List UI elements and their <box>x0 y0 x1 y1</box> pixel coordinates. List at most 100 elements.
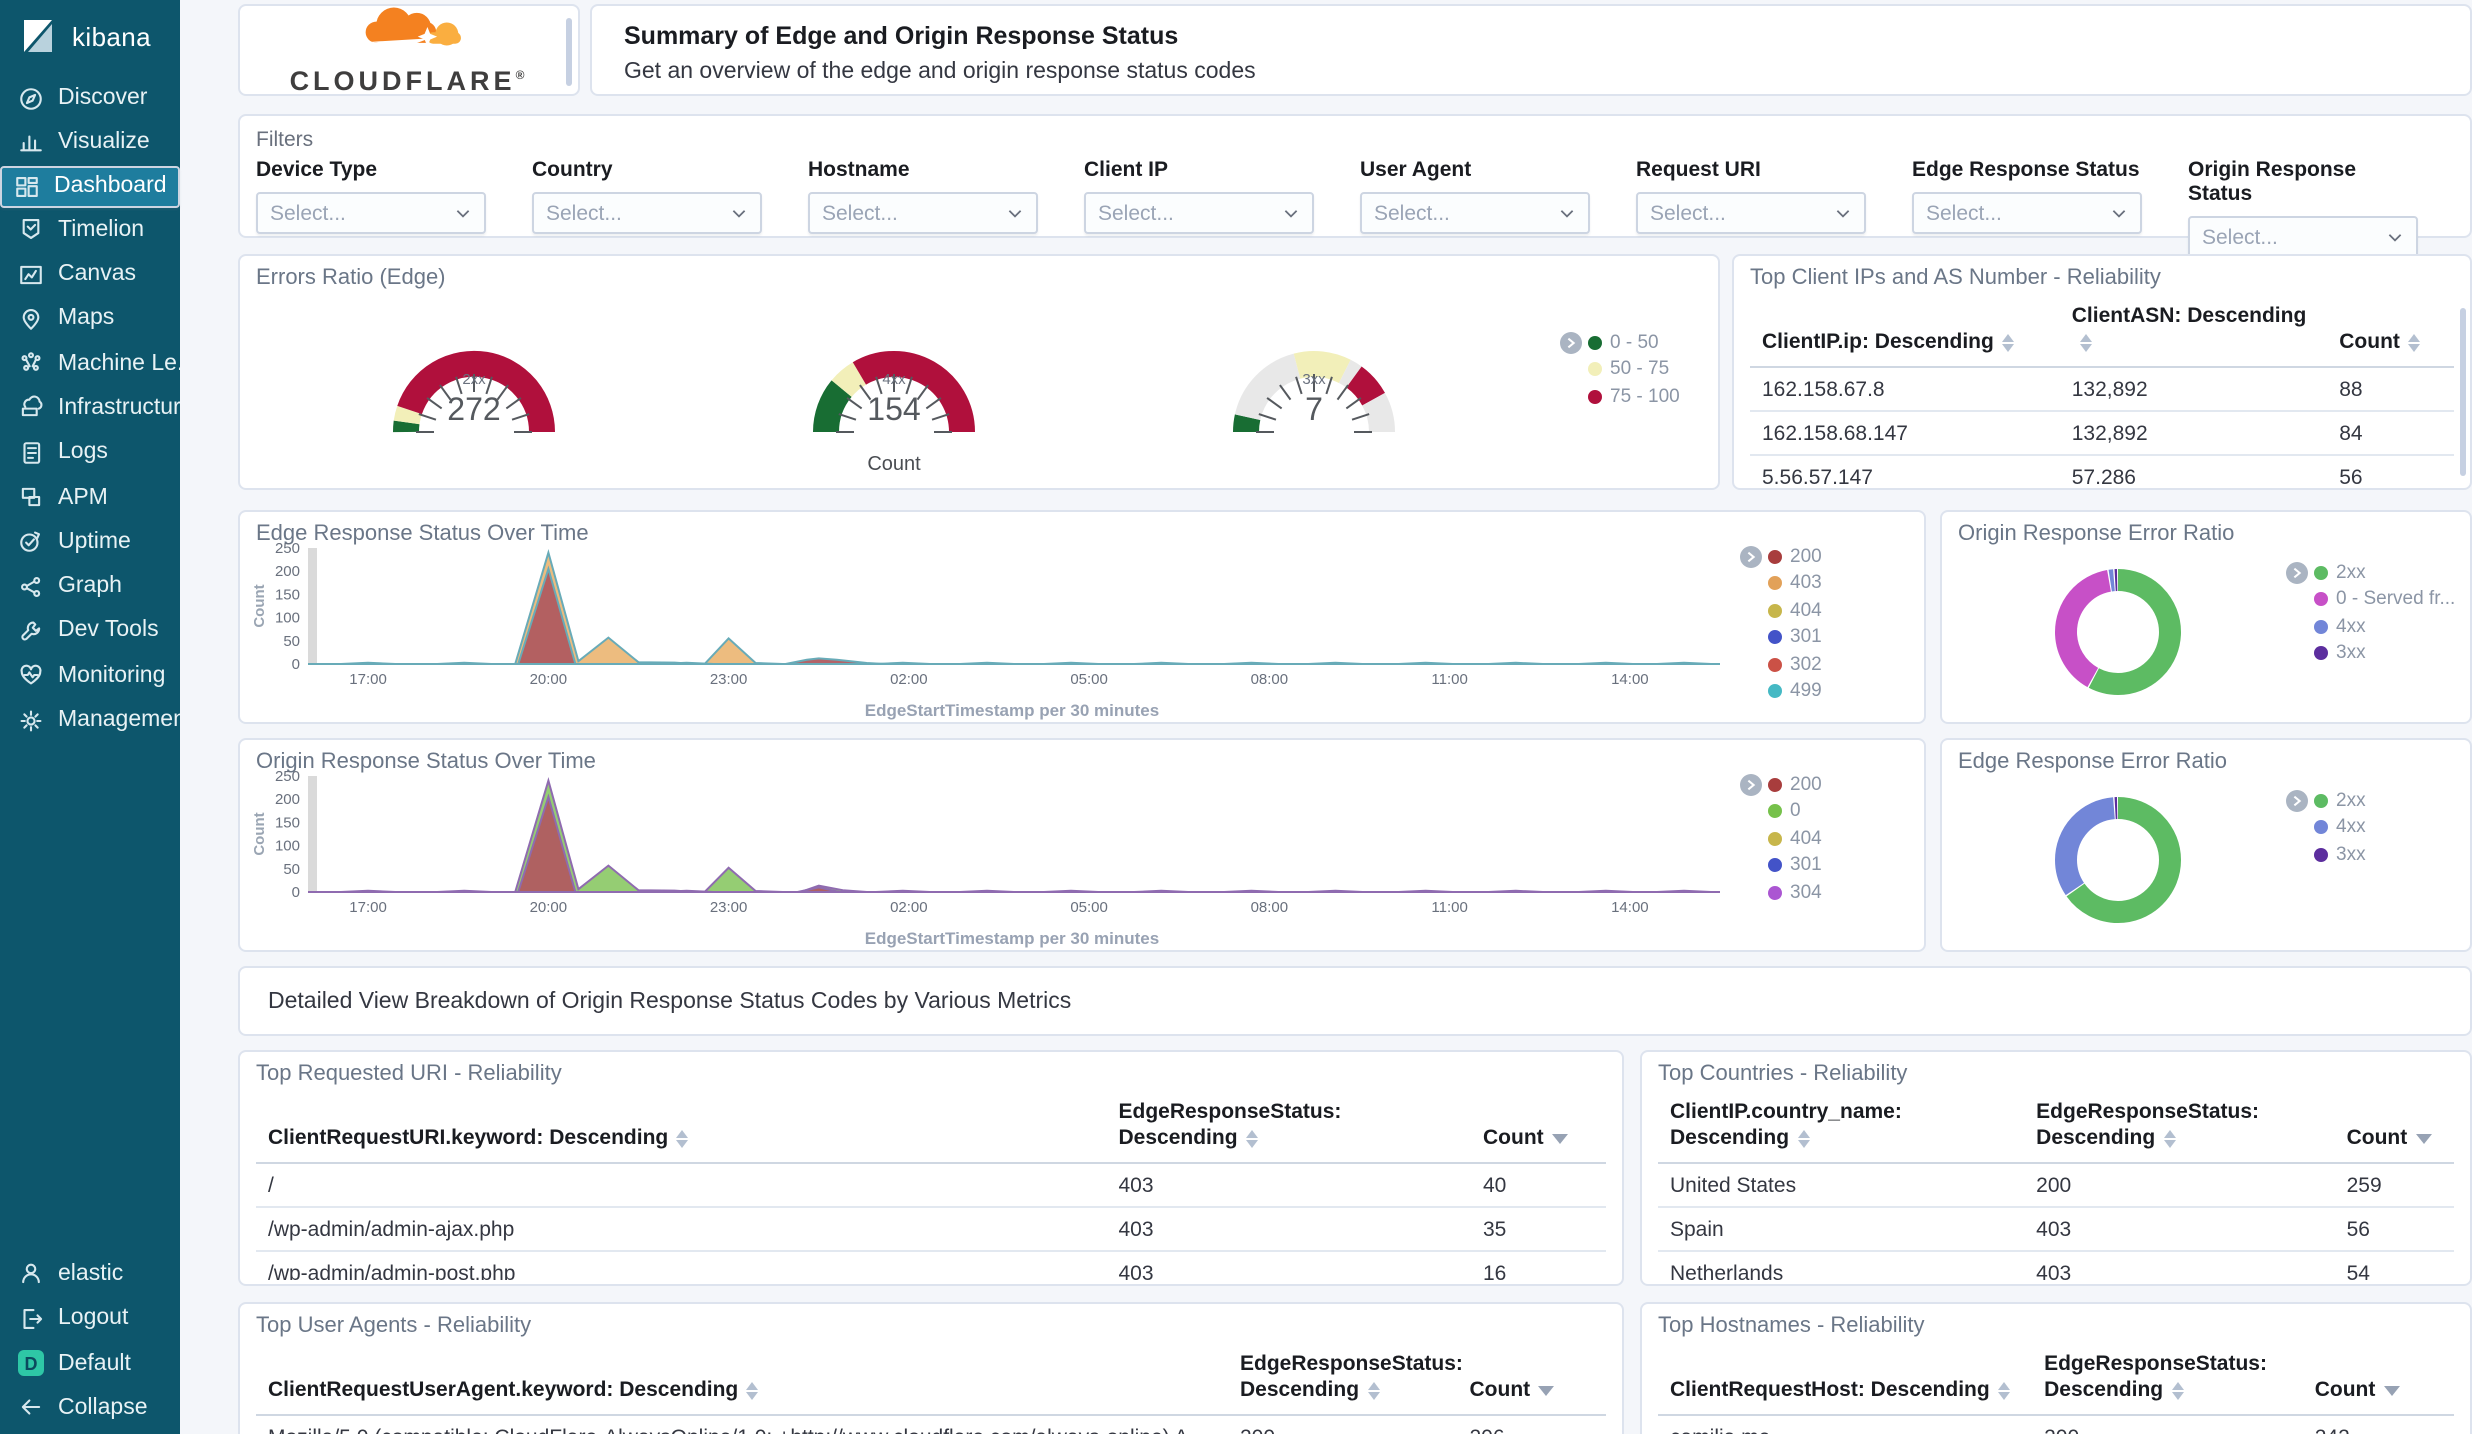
panel-scrollbar[interactable] <box>566 18 572 86</box>
edge-response-status-select[interactable]: Select... <box>1912 192 2142 234</box>
sidebar-item-dev-tools[interactable]: Dev Tools <box>0 609 180 654</box>
legend-color-dot <box>1768 684 1782 698</box>
sidebar-item-timelion[interactable]: Timelion <box>0 207 180 252</box>
legend-item-label[interactable]: 403 <box>1790 572 1822 594</box>
column-header-clientrequesturi-keyword[interactable]: ClientRequestURI.keyword: Descending <box>256 1092 1107 1165</box>
column-header-edgeresponsestatus[interactable]: EdgeResponseStatus: Descending <box>1106 1092 1471 1165</box>
expand-legend-icon[interactable] <box>2286 789 2308 811</box>
column-header-clientrequesthost[interactable]: ClientRequestHost: Descending <box>1658 1344 2033 1417</box>
sidebar-item-graph[interactable]: Graph <box>0 564 180 609</box>
panel-scrollbar[interactable] <box>2460 308 2466 476</box>
legend-item-label[interactable]: 2xx <box>2336 561 2366 583</box>
sidebar-item-discover[interactable]: Discover <box>0 76 180 121</box>
user-agent-select[interactable]: Select... <box>1360 192 1590 234</box>
kibana-logo[interactable]: kibana <box>0 0 180 72</box>
legend-item-label[interactable]: 304 <box>1790 881 1822 903</box>
sidebar-item-uptime[interactable]: Uptime <box>0 519 180 564</box>
legend-item: 404 <box>1740 826 1822 850</box>
column-header-clientasn[interactable]: ClientASN: Descending <box>2059 296 2328 369</box>
request-uri-select[interactable]: Select... <box>1636 192 1866 234</box>
column-header-clientip-country-name[interactable]: ClientIP.country_name: Descending <box>1658 1092 2025 1165</box>
origin-response-status-select[interactable]: Select... <box>2188 216 2418 258</box>
sidebar-item-visualize[interactable]: Visualize <box>0 121 180 166</box>
sidebar-item-default[interactable]: D Default <box>0 1341 180 1386</box>
legend-item-label[interactable]: 200 <box>1790 773 1822 795</box>
sidebar-item-apm[interactable]: APM <box>0 475 180 520</box>
x-axis-caption: EdgeStartTimestamp per 30 minutes <box>864 928 1160 948</box>
edge-error-ratio-donut <box>1942 756 2282 950</box>
panel-top-requested-uri: Top Requested URI - Reliability ClientRe… <box>238 1050 1624 1286</box>
legend-item-label[interactable]: 2xx <box>2336 789 2366 811</box>
legend-item-label[interactable]: 404 <box>1790 599 1822 621</box>
table-row: /wp-admin/admin-ajax.php 403 35 <box>256 1207 1606 1253</box>
legend-color-dot <box>1588 335 1602 349</box>
panel-title: Top User Agents - Reliability <box>256 1314 532 1338</box>
legend-item-label[interactable]: 302 <box>1790 653 1822 675</box>
sidebar-item-maps[interactable]: Maps <box>0 296 180 341</box>
device-type-select[interactable]: Select... <box>256 192 486 234</box>
column-header-label: ClientRequestURI.keyword: Descending <box>268 1126 669 1151</box>
summary-header-panel: Summary of Edge and Origin Response Stat… <box>590 4 2472 96</box>
column-header-count[interactable]: Count <box>1471 1092 1606 1165</box>
legend-item-label[interactable]: 3xx <box>2336 843 2366 865</box>
column-header-count[interactable]: Count <box>1457 1344 1606 1417</box>
column-header-clientrequestuseragent-keyword[interactable]: ClientRequestUserAgent.keyword: Descendi… <box>256 1344 1228 1417</box>
svg-text:7: 7 <box>1305 391 1323 427</box>
column-header-edgeresponsestatus[interactable]: EdgeResponseStatus: Descending <box>2032 1344 2303 1417</box>
column-header-edgeresponsestatus[interactable]: EdgeResponseStatus: Descending <box>2024 1092 2335 1165</box>
expand-legend-icon[interactable] <box>1740 773 1762 795</box>
table-cell: 206 <box>1457 1415 1606 1434</box>
client-ip-select[interactable]: Select... <box>1084 192 1314 234</box>
legend-item-label[interactable]: 200 <box>1790 545 1822 567</box>
gauge-axis-caption: Count <box>867 454 921 476</box>
legend-item-label[interactable]: 404 <box>1790 827 1822 849</box>
legend-item: 2xx <box>2286 560 2455 584</box>
sidebar-item-logs[interactable]: Logs <box>0 430 180 475</box>
sidebar-item-canvas[interactable]: Canvas <box>0 252 180 297</box>
table-row: United States 200 259 <box>1658 1163 2454 1209</box>
hostname-select[interactable]: Select... <box>808 192 1038 234</box>
legend-item-label[interactable]: 50 - 75 <box>1610 358 1669 380</box>
expand-legend-icon[interactable] <box>1560 331 1582 353</box>
sidebar-item-elastic[interactable]: elastic <box>0 1252 180 1297</box>
table-cell: 200 <box>2024 1163 2335 1209</box>
legend-color-dot <box>1768 885 1782 899</box>
column-header-clientip-ip[interactable]: ClientIP.ip: Descending <box>1750 296 2060 369</box>
chevron-down-icon <box>1006 195 1024 231</box>
column-header-count[interactable]: Count <box>2334 1092 2454 1165</box>
country-select[interactable]: Select... <box>532 192 762 234</box>
column-header-count[interactable]: Count <box>2302 1344 2454 1417</box>
legend-item-label[interactable]: 4xx <box>2336 816 2366 838</box>
legend-item: 3xx <box>2286 842 2366 866</box>
sidebar-item-management[interactable]: Management <box>0 698 180 743</box>
panel-errors-ratio-edge: Errors Ratio (Edge) 2xx 272 4xx 154 3xx 7 Cou… <box>238 254 1720 490</box>
svg-text:200: 200 <box>275 791 300 808</box>
legend-item-label[interactable]: 3xx <box>2336 642 2366 664</box>
svg-text:100: 100 <box>275 838 300 855</box>
sidebar-item-logout[interactable]: Logout <box>0 1296 180 1341</box>
x-axis-caption: EdgeStartTimestamp per 30 minutes <box>864 700 1160 720</box>
svg-text:23:00: 23:00 <box>710 671 748 688</box>
legend-item-label[interactable]: 301 <box>1790 626 1822 648</box>
sort-desc-icon <box>2383 1385 2400 1396</box>
legend-item-label[interactable]: 499 <box>1790 680 1822 702</box>
legend-color-dot <box>1768 858 1782 872</box>
sidebar-item-infrastructure[interactable]: Infrastructure <box>0 386 180 431</box>
legend-item-label[interactable]: 301 <box>1790 854 1822 876</box>
sidebar-item-dashboard[interactable]: Dashboard <box>0 165 180 208</box>
sidebar-item-collapse[interactable]: Collapse <box>0 1385 180 1430</box>
legend-item-label[interactable]: 0 <box>1790 800 1801 822</box>
select-placeholder: Select... <box>2202 225 2278 249</box>
legend-item-label[interactable]: 75 - 100 <box>1610 385 1680 407</box>
expand-legend-icon[interactable] <box>2286 561 2308 583</box>
legend-item-label[interactable]: 0 - 50 <box>1610 331 1659 353</box>
sidebar-item-monitoring[interactable]: Monitoring <box>0 653 180 698</box>
expand-legend-icon[interactable] <box>1740 545 1762 567</box>
legend-item-label[interactable]: 4xx <box>2336 615 2366 637</box>
column-header-edgeresponsestatus[interactable]: EdgeResponseStatus: Descending <box>1228 1344 1463 1417</box>
sidebar-item-label: elastic <box>58 1261 124 1286</box>
sidebar-item-machine-le[interactable]: Machine Le... <box>0 341 180 386</box>
column-header-count[interactable]: Count <box>2327 296 2454 369</box>
management-icon <box>18 707 44 733</box>
legend-item-label[interactable]: 0 - Served fr... <box>2336 588 2455 610</box>
